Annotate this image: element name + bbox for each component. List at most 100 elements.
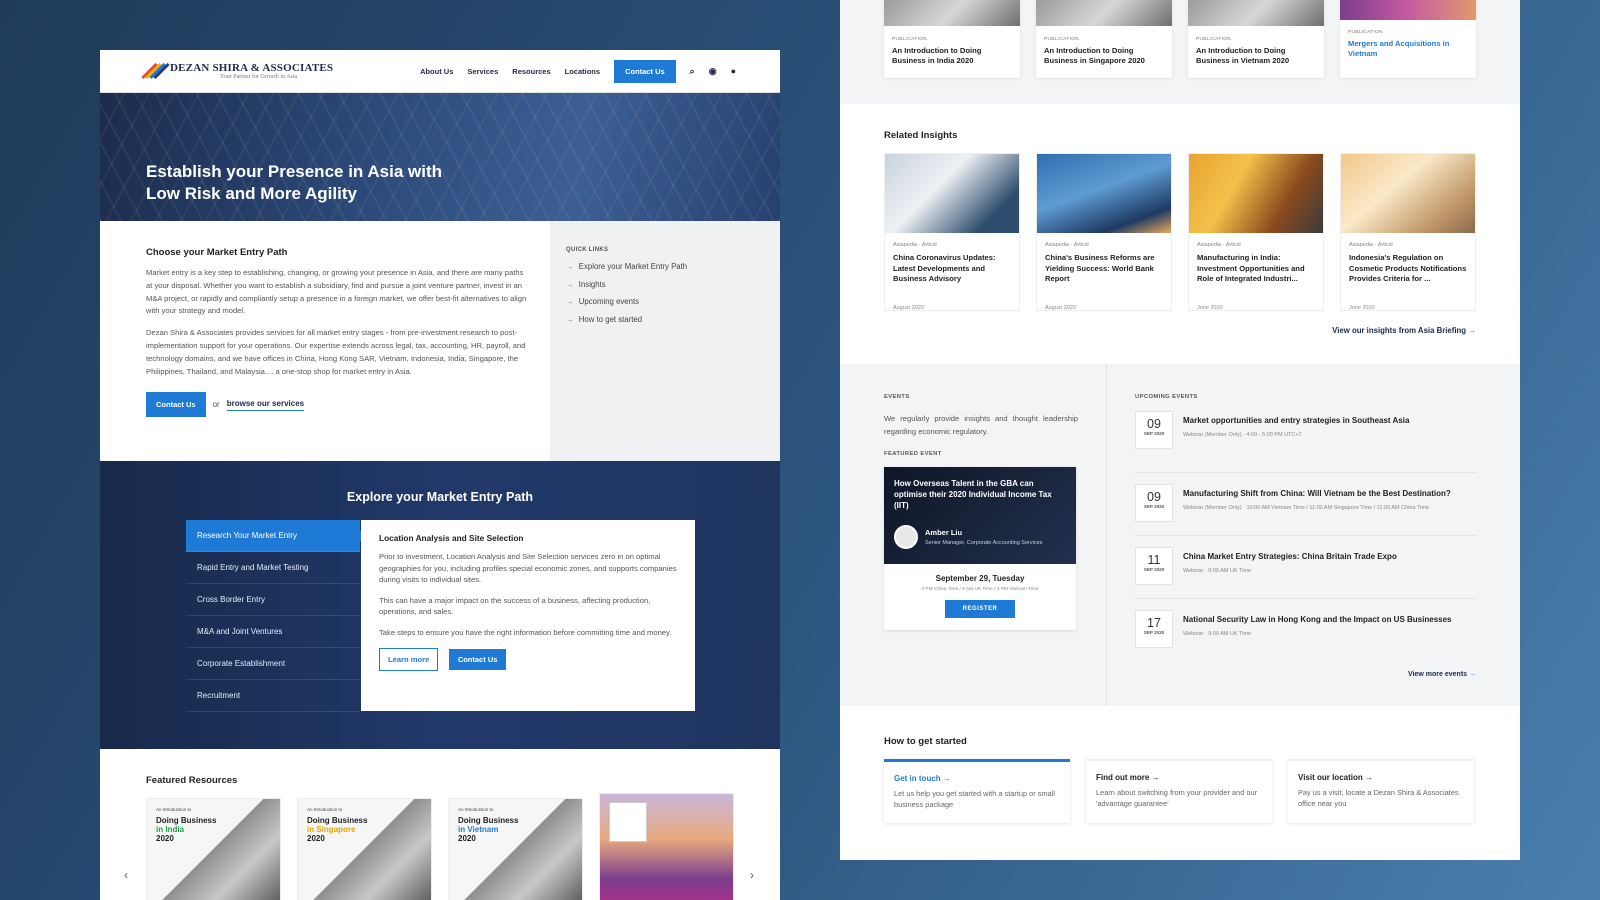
nav-services[interactable]: Services xyxy=(467,67,498,76)
event-day: 09 xyxy=(1147,417,1161,431)
tab-cross-border[interactable]: Cross Border Entry xyxy=(186,584,360,616)
intro-contact-button[interactable]: Contact Us xyxy=(146,392,206,418)
quick-link-explore[interactable]: → Explore your Market Entry Path xyxy=(566,262,764,271)
nav-locations[interactable]: Locations xyxy=(565,67,600,76)
event-month: SEP 2020 xyxy=(1143,431,1165,436)
get-started-cards: Get in touch → Let us help you get start… xyxy=(884,759,1476,823)
event-title: China Market Entry Strategies: China Bri… xyxy=(1183,552,1397,561)
publication-title: An Introduction to Doing Business in Ind… xyxy=(892,46,982,65)
insight-card[interactable]: Asiapedia - Article Indonesia's Regulati… xyxy=(1340,153,1476,311)
get-in-touch-card[interactable]: Get in touch → Let us help you get start… xyxy=(884,759,1070,823)
explore-heading: Explore your Market Entry Path xyxy=(346,490,534,504)
featured-event-banner: How Overseas Talent in the GBA can optim… xyxy=(884,467,1076,565)
resource-card-india[interactable]: An Introduction to Doing Business in Indi… xyxy=(146,798,281,900)
publication-card[interactable]: PUBLICATION An Introduction to Doing Bus… xyxy=(1036,0,1172,78)
event-date-box: 17 SEP 2020 xyxy=(1135,610,1173,648)
intro-cta-row: Contact Us or browse our services xyxy=(146,392,530,418)
nav-resources[interactable]: Resources xyxy=(512,67,550,76)
logo-icon[interactable] xyxy=(141,62,170,80)
event-title: National Security Law in Hong Kong and t… xyxy=(1183,615,1452,624)
event-month: SEP 2020 xyxy=(1143,567,1165,572)
event-row[interactable]: 09 SEP 2020 Market opportunities and entr… xyxy=(1135,411,1476,473)
insight-image xyxy=(1189,154,1323,233)
featured-event-times: 3 PM China Time / 8 AM UK Time / 2 PM Vi… xyxy=(921,587,1039,593)
event-day: 11 xyxy=(1147,553,1161,567)
tab-contact-button[interactable]: Contact Us xyxy=(448,648,507,670)
logo[interactable]: DEZAN SHIRA & ASSOCIATES Your Partner fo… xyxy=(170,62,333,80)
arrow-right-icon: → xyxy=(566,297,574,306)
events-section: EVENTS We regularly provide insights and… xyxy=(840,364,1520,706)
carousel-prev-icon[interactable]: ‹ xyxy=(124,868,128,882)
related-heading: Related Insights xyxy=(884,130,958,141)
resource-card-mergers[interactable] xyxy=(599,793,734,900)
quick-link-get-started[interactable]: → How to get started xyxy=(566,315,764,324)
publication-image xyxy=(1188,0,1324,26)
featured-heading: Featured Resources xyxy=(146,775,238,786)
tab-recruitment[interactable]: Recruitment xyxy=(186,680,360,712)
insight-title: Indonesia's Regulation on Cosmetic Produ… xyxy=(1349,253,1467,284)
insight-card[interactable]: Asiapedia - Article Manufacturing in Ind… xyxy=(1188,153,1324,311)
featured-resources: Featured Resources ‹ An Introduction to … xyxy=(100,749,780,900)
tab-panel-text-1: Prior to investment, Location Analysis a… xyxy=(379,552,677,585)
intro-content: Choose your Market Entry Path Market ent… xyxy=(100,221,550,461)
browse-services-link[interactable]: browse our services xyxy=(226,399,305,411)
carousel-next-icon[interactable]: › xyxy=(750,868,754,882)
publication-label: PUBLICATION xyxy=(1196,37,1231,42)
main-nav: About Us Services Resources Locations Co… xyxy=(420,59,736,83)
globe-icon[interactable]: ◉ xyxy=(709,66,717,77)
resource-card-singapore[interactable]: An Introduction to Doing Business in Sing… xyxy=(297,798,432,900)
view-more-events-link[interactable]: View more events → xyxy=(1135,671,1476,678)
featured-event-card[interactable]: How Overseas Talent in the GBA can optim… xyxy=(884,467,1076,631)
find-out-more-card[interactable]: Find out more → Learn about switching fr… xyxy=(1086,759,1272,823)
event-row[interactable]: 11 SEP 2020 China Market Entry Strategies… xyxy=(1135,536,1476,599)
register-button[interactable]: REGISTER xyxy=(945,600,1015,619)
tab-corporate-establishment[interactable]: Corporate Establishment xyxy=(186,648,360,680)
learn-more-button[interactable]: Learn more xyxy=(379,647,439,671)
publication-card[interactable]: PUBLICATION An Introduction to Doing Bus… xyxy=(1188,0,1324,78)
explore-tabs: Research Your Market Entry Rapid Entry a… xyxy=(186,520,366,712)
insight-category: Asiapedia - Article xyxy=(1349,242,1394,248)
tab-rapid-entry[interactable]: Rapid Entry and Market Testing xyxy=(186,552,360,584)
event-info: National Security Law in Hong Kong and t… xyxy=(1183,610,1451,637)
resource-card-vietnam[interactable]: An Introduction to Doing Business in Viet… xyxy=(448,798,583,900)
resource-cover-image xyxy=(449,799,582,900)
event-info: Market opportunities and entry strategie… xyxy=(1183,411,1409,438)
tab-panel-title: Location Analysis and Site Selection xyxy=(379,533,524,543)
tab-ma-joint-ventures[interactable]: M&A and Joint Ventures xyxy=(186,616,360,648)
resource-title-line: Doing Business xyxy=(156,816,217,825)
event-day: 17 xyxy=(1147,616,1161,630)
featured-event-date: September 29, Tuesday xyxy=(935,574,1025,584)
search-icon[interactable]: ⌕ xyxy=(690,66,695,77)
card-title: Find out more → xyxy=(1096,773,1160,782)
nav-about[interactable]: About Us xyxy=(420,67,453,76)
tab-research[interactable]: Research Your Market Entry xyxy=(186,520,366,552)
tab-panel: Location Analysis and Site Selection Pri… xyxy=(361,520,695,711)
featured-event-caption: FEATURED EVENT xyxy=(884,451,942,458)
events-intro-text: We regularly provide insights and though… xyxy=(884,414,1078,436)
user-icon[interactable]: ● xyxy=(731,66,736,76)
logo-tagline: Your Partner for Growth in Asia xyxy=(220,74,298,80)
get-started-heading: How to get started xyxy=(884,736,967,747)
events-intro: EVENTS We regularly provide insights and… xyxy=(840,364,1107,706)
event-row[interactable]: 17 SEP 2020 National Security Law in Hong… xyxy=(1135,599,1476,662)
resource-title-line: Doing Business xyxy=(458,816,519,825)
resource-card-title: Doing Business in Vietnam 2020 xyxy=(458,816,528,843)
intro-paragraph-2: Dezan Shira & Associates provides servic… xyxy=(146,328,526,376)
header-contact-button[interactable]: Contact Us xyxy=(614,59,676,83)
insight-card[interactable]: Asiapedia - Article China Coronavirus Up… xyxy=(884,153,1020,311)
publication-label: PUBLICATION xyxy=(892,37,927,42)
publication-card[interactable]: PUBLICATION An Introduction to Doing Bus… xyxy=(884,0,1020,78)
view-insights-link[interactable]: View our insights from Asia Briefing → xyxy=(884,326,1476,335)
speaker-name: Amber Liu xyxy=(925,528,963,538)
quick-link-label: Explore your Market Entry Path xyxy=(578,262,688,271)
events-caption: EVENTS xyxy=(884,394,910,400)
event-subtitle: Webinar · 9:00 AM UK Time xyxy=(1183,631,1252,637)
resource-card-kicker: An Introduction to xyxy=(307,807,343,812)
publication-card[interactable]: PUBLICATION Mergers and Acquisitions in … xyxy=(1340,0,1476,78)
quick-link-events[interactable]: → Upcoming events xyxy=(566,297,764,306)
insight-card[interactable]: Asiapedia - Article China's Business Ref… xyxy=(1036,153,1172,311)
visit-location-card[interactable]: Visit our location → Pay us a visit, loc… xyxy=(1288,759,1474,823)
event-row[interactable]: 09 SEP 2020 Manufacturing Shift from Chin… xyxy=(1135,473,1476,536)
quick-link-insights[interactable]: → Insights xyxy=(566,280,764,289)
tab-panel-text-2: This can have a major impact on the succ… xyxy=(379,595,651,617)
